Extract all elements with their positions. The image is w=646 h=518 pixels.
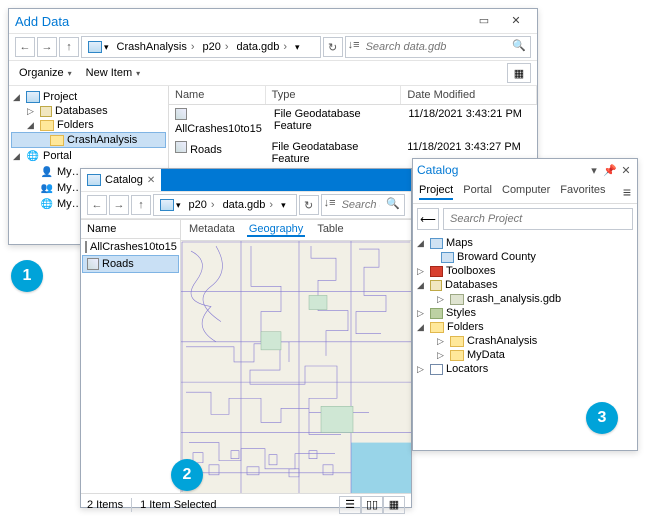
search-box[interactable]: ↓≡ 🔍: [345, 36, 531, 58]
catalog-icon: [87, 174, 101, 186]
close-icon[interactable]: ✕: [619, 164, 633, 177]
search-icon[interactable]: 🔍: [386, 197, 400, 210]
tree-folders[interactable]: ◢Folders: [9, 118, 168, 132]
sort-icon[interactable]: ↓≡: [348, 39, 360, 51]
status-item-count: 2 Items: [87, 499, 123, 511]
forward-button[interactable]: →: [109, 195, 129, 215]
pane-tabs[interactable]: Project Portal Computer Favorites ≡: [413, 181, 637, 204]
restore-button[interactable]: ▭: [469, 11, 499, 31]
tree-portal[interactable]: ◢🌐Portal: [9, 148, 168, 164]
feature-class-icon: [85, 241, 87, 253]
map-preview[interactable]: [181, 241, 411, 493]
titlebar[interactable]: Add Data ▭ ✕: [9, 9, 537, 33]
back-button[interactable]: ←: [87, 195, 107, 215]
dropdown-icon[interactable]: ▾: [587, 164, 601, 177]
breadcrumb[interactable]: ▾ CrashAnalysis p20 data.gdb ▾: [81, 36, 321, 58]
tree-styles[interactable]: ▷Styles: [413, 306, 637, 320]
tree-folders[interactable]: ◢Folders: [413, 320, 637, 334]
tab-table[interactable]: Table: [315, 223, 345, 237]
tab-geography[interactable]: Geography: [247, 223, 305, 237]
feature-class-icon: [175, 108, 187, 120]
forward-button[interactable]: →: [37, 37, 57, 57]
list-item[interactable]: AllCrashes10to15: [81, 239, 180, 255]
col-name[interactable]: Name: [169, 86, 266, 104]
tree-folder-item[interactable]: ▷MyData: [413, 348, 637, 362]
feature-class-icon: [175, 141, 187, 153]
window-title: Add Data: [15, 14, 69, 29]
project-icon: [88, 41, 102, 53]
tab-close-icon[interactable]: ✕: [147, 175, 155, 186]
new-item-menu[interactable]: New Item: [82, 65, 144, 81]
view-columns-button[interactable]: ▯▯: [361, 496, 383, 514]
item-list[interactable]: Name AllCrashes10to15 Roads: [81, 220, 181, 493]
feature-class-icon: [87, 258, 99, 270]
refresh-button[interactable]: [323, 37, 343, 57]
breadcrumb[interactable]: ▾ p20 data.gdb ▾: [153, 194, 297, 216]
search-input[interactable]: [443, 208, 633, 230]
close-button[interactable]: ✕: [501, 11, 531, 31]
tree-project[interactable]: ◢Project: [9, 90, 168, 104]
nav-bar: ← → ↑ ▾ CrashAnalysis p20 data.gdb ▾ ↓≡ …: [9, 33, 537, 61]
nav-bar: ← → ↑ ▾ p20 data.gdb ▾ ↓≡ 🔍: [81, 191, 411, 219]
tree-folder-selected[interactable]: CrashAnalysis: [11, 132, 166, 148]
tab-strip[interactable]: Catalog ✕: [81, 169, 411, 191]
refresh-button[interactable]: [299, 195, 319, 215]
pane-title: Catalog: [417, 163, 458, 177]
status-bar: 2 Items 1 Item Selected ☰ ▯▯ ▦: [81, 493, 411, 515]
back-button[interactable]: ⟵: [417, 208, 439, 230]
project-icon: [160, 199, 174, 211]
tab-computer[interactable]: Computer: [502, 184, 550, 200]
tab-catalog[interactable]: Catalog ✕: [81, 169, 161, 191]
pane-header[interactable]: Catalog ▾ 📌 ✕: [413, 159, 637, 181]
tree-map-item[interactable]: Broward County: [413, 250, 637, 264]
pin-icon[interactable]: 📌: [603, 164, 617, 177]
list-item-selected[interactable]: Roads: [82, 255, 179, 273]
view-tiles-button[interactable]: ▦: [383, 496, 405, 514]
tree-databases[interactable]: ▷Databases: [9, 104, 168, 118]
list-item[interactable]: AllCrashes10to15 File Geodatabase Featur…: [169, 105, 537, 138]
callout-3: 3: [586, 402, 618, 434]
organize-menu[interactable]: Organize: [15, 65, 76, 81]
col-name[interactable]: Name: [81, 220, 180, 239]
tree-databases[interactable]: ◢Databases: [413, 278, 637, 292]
search-box[interactable]: ↓≡ 🔍: [321, 194, 405, 216]
tree-locators[interactable]: ▷Locators: [413, 362, 637, 376]
tab-metadata[interactable]: Metadata: [187, 223, 237, 237]
preview-tabs[interactable]: Metadata Geography Table: [181, 220, 411, 241]
toolbar: Organize New Item ▦: [9, 61, 537, 86]
catalog-view: Catalog ✕ ← → ↑ ▾ p20 data.gdb ▾ ↓≡ 🔍 Na…: [80, 168, 412, 508]
sort-icon[interactable]: ↓≡: [324, 197, 336, 209]
tree-gdb-item[interactable]: ▷crash_analysis.gdb: [413, 292, 637, 306]
view-list-button[interactable]: ☰: [339, 496, 361, 514]
up-button[interactable]: ↑: [59, 37, 79, 57]
column-headers[interactable]: Name Type Date Modified: [169, 86, 537, 105]
project-tree[interactable]: ◢Maps Broward County ▷Toolboxes ◢Databas…: [413, 234, 637, 378]
col-type[interactable]: Type: [266, 86, 402, 104]
tree-folder-item[interactable]: ▷CrashAnalysis: [413, 334, 637, 348]
callout-1: 1: [11, 260, 43, 292]
back-button[interactable]: ←: [15, 37, 35, 57]
search-icon[interactable]: 🔍: [512, 39, 526, 52]
hamburger-icon[interactable]: ≡: [623, 184, 631, 200]
up-button[interactable]: ↑: [131, 195, 151, 215]
status-selection: 1 Item Selected: [140, 499, 216, 511]
preview-pane: Metadata Geography Table: [181, 220, 411, 493]
tab-favorites[interactable]: Favorites: [560, 184, 605, 200]
view-details-button[interactable]: ▦: [507, 63, 531, 83]
tab-project[interactable]: Project: [419, 184, 453, 200]
tree-toolboxes[interactable]: ▷Toolboxes: [413, 264, 637, 278]
tree-maps[interactable]: ◢Maps: [413, 236, 637, 250]
callout-2: 2: [171, 459, 203, 491]
tab-portal[interactable]: Portal: [463, 184, 492, 200]
col-date[interactable]: Date Modified: [401, 86, 537, 104]
tab-label: Catalog: [105, 174, 143, 186]
search-input[interactable]: [346, 37, 530, 57]
